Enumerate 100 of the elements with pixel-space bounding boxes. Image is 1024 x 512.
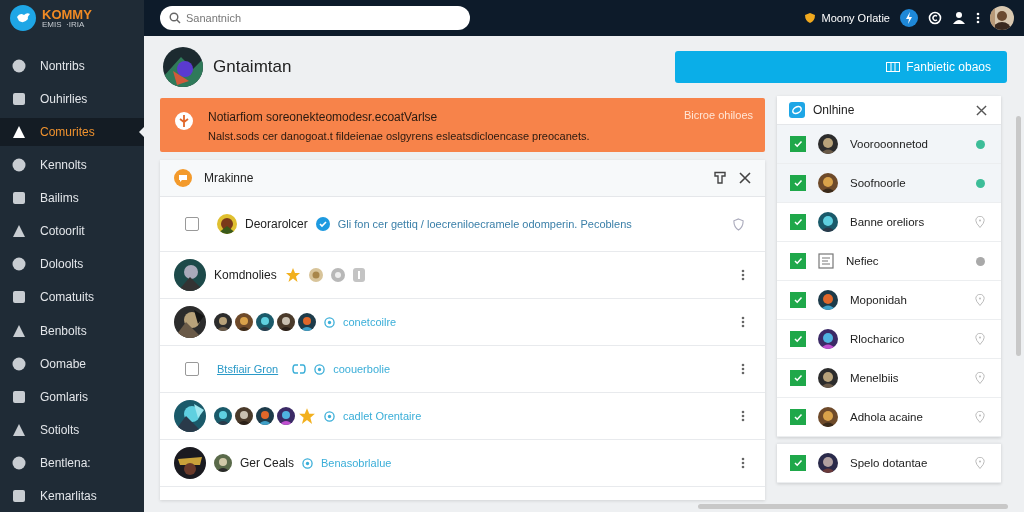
nav-icon xyxy=(12,455,26,470)
sidebar-item[interactable]: Comatuits xyxy=(0,283,144,312)
nav-icon xyxy=(12,158,26,173)
coin-icon xyxy=(330,268,345,282)
sidebar-item[interactable]: Cotoorlit xyxy=(0,217,144,246)
nav-icon xyxy=(12,224,26,239)
target-icon xyxy=(314,363,326,375)
nav-icon xyxy=(12,389,26,404)
post-text: Gli fon cer gettiq / loecreniloecramele odomperin. Pecoblens xyxy=(337,218,632,230)
checkbox[interactable] xyxy=(790,214,806,230)
nav-icon xyxy=(12,59,26,73)
contact-item[interactable]: Voorooonnetod xyxy=(777,125,1001,164)
close-icon[interactable] xyxy=(739,172,751,184)
sidebar-item[interactable]: Kemarlitas xyxy=(0,481,144,510)
nav-icon xyxy=(12,92,26,107)
nav-icon xyxy=(12,323,26,338)
star-icon xyxy=(284,267,301,283)
logo-subtitle: EMIS ·IRIA xyxy=(42,20,86,29)
checkbox[interactable] xyxy=(185,362,199,376)
grid-icon xyxy=(886,62,901,72)
scrollbar[interactable] xyxy=(1016,116,1021,356)
checkbox[interactable] xyxy=(790,136,806,152)
sidebar-item[interactable]: Kennolts xyxy=(0,151,144,180)
search-icon xyxy=(169,12,181,24)
sidebar-item[interactable]: Comurites xyxy=(0,118,144,147)
sidebar-item[interactable]: Nontribs xyxy=(0,52,144,80)
checkmark-icon xyxy=(793,217,803,227)
medal-icon xyxy=(308,268,323,282)
nav-icon xyxy=(12,422,26,437)
location-pin-icon xyxy=(975,457,985,469)
user-name: Komdnolies xyxy=(214,268,277,282)
contact-item[interactable]: Menelbiis xyxy=(777,359,1001,398)
scrollbar[interactable] xyxy=(698,503,1008,509)
contact-item[interactable]: Adhola acaine xyxy=(777,398,1001,437)
checkmark-icon xyxy=(793,295,803,305)
checkmark-icon xyxy=(793,178,803,188)
checkmark-icon xyxy=(793,412,803,422)
logo-title: KOMMY xyxy=(42,7,92,21)
contact-item[interactable]: Spelo dotantae xyxy=(777,444,1001,483)
shield-icon[interactable] xyxy=(803,12,816,24)
checkbox[interactable] xyxy=(790,292,806,308)
checkbox[interactable] xyxy=(790,253,806,269)
nav-icon xyxy=(12,125,26,140)
link-icon xyxy=(789,102,805,118)
sidebar-item[interactable]: Ouhirlies xyxy=(0,85,144,114)
sidebar-item[interactable]: Benbolts xyxy=(0,316,144,345)
location-pin-icon xyxy=(975,411,985,423)
notification-message: Nalst.sods cer danogoat.t fildeienae oslgyrens esleatsdicloencase preocanets. xyxy=(208,130,590,142)
alert-icon xyxy=(174,111,194,131)
checkmark-icon xyxy=(793,334,803,344)
checkbox[interactable] xyxy=(790,175,806,191)
target-icon xyxy=(302,457,314,469)
nav-icon xyxy=(12,488,26,503)
account-name[interactable]: Moony Orlatie xyxy=(821,12,890,24)
contact-item[interactable]: Rlocharico xyxy=(777,320,1001,359)
notification-title: Notiarfiom soreonekteomodesr.ecoatVarlse xyxy=(208,110,439,124)
sidebar-item[interactable]: Bentlena: xyxy=(0,448,144,477)
panel-title: Mrakinne xyxy=(204,171,254,185)
target-icon xyxy=(324,410,335,422)
copyright-icon[interactable] xyxy=(928,11,942,25)
user-name: Deorarolcer xyxy=(245,217,308,231)
sidebar-item[interactable]: Sotiolts xyxy=(0,415,144,444)
search-field[interactable]: Sanantnich xyxy=(160,6,470,30)
chat-icon xyxy=(174,169,192,187)
nav-icon xyxy=(12,356,26,371)
user-icon[interactable] xyxy=(952,11,966,25)
checkmark-icon xyxy=(793,256,803,266)
checkbox[interactable] xyxy=(790,370,806,386)
close-icon[interactable] xyxy=(976,104,987,116)
nav-icon xyxy=(12,290,26,305)
checkbox[interactable] xyxy=(790,409,806,425)
checkmark-icon xyxy=(793,458,803,468)
tag-icon xyxy=(352,268,365,282)
sidebar-item[interactable]: Gomlaris xyxy=(0,382,144,411)
location-pin-icon xyxy=(975,294,985,306)
contact-item[interactable]: Moponidah xyxy=(777,281,1001,320)
document-icon xyxy=(818,253,834,269)
sidebar-item[interactable]: Bailims xyxy=(0,184,144,213)
checkbox[interactable] xyxy=(790,331,806,347)
nav-icon xyxy=(12,191,26,206)
lightning-icon[interactable] xyxy=(900,9,918,27)
location-pin-icon xyxy=(975,372,985,384)
link-icon xyxy=(292,363,307,375)
bird-logo-icon xyxy=(10,5,36,31)
verified-icon xyxy=(315,217,330,231)
checkmark-icon xyxy=(793,373,803,383)
more-icon[interactable] xyxy=(976,12,980,24)
contact-item[interactable]: Soofnoorle xyxy=(777,164,1001,203)
checkbox[interactable] xyxy=(185,217,199,231)
panel-title: Onlhine xyxy=(813,103,855,117)
sidebar-item[interactable]: Oomabe xyxy=(0,349,144,378)
contact-item[interactable]: Nefiec xyxy=(777,242,1001,281)
nav-icon xyxy=(12,257,26,272)
target-icon xyxy=(324,316,335,328)
sidebar-item[interactable]: Doloolts xyxy=(0,250,144,279)
page-title: Gntaimtan xyxy=(213,57,292,77)
checkmark-icon xyxy=(793,139,803,149)
user-name: Ger Ceals xyxy=(240,456,295,470)
checkbox[interactable] xyxy=(790,455,806,471)
contact-item[interactable]: Banne oreliors xyxy=(777,203,1001,242)
